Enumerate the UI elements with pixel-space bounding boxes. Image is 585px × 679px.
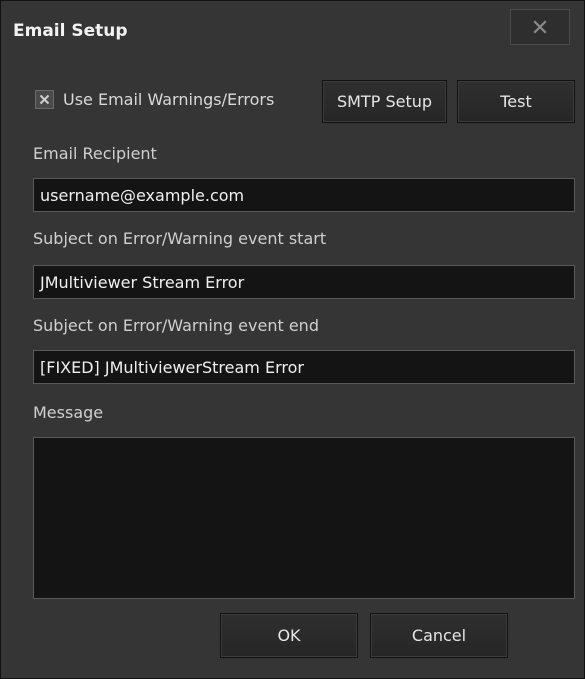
smtp-setup-button[interactable]: SMTP Setup xyxy=(322,80,447,123)
message-label: Message xyxy=(33,403,104,422)
use-email-label: Use Email Warnings/Errors xyxy=(63,89,275,109)
subject-end-input[interactable]: [FIXED] JMultiviewerStream Error xyxy=(33,350,575,384)
recipient-input[interactable]: username@example.com xyxy=(33,178,575,212)
close-icon xyxy=(533,20,547,34)
use-email-row: Use Email Warnings/Errors xyxy=(35,87,274,111)
title-bar: Email Setup xyxy=(1,1,584,63)
test-button[interactable]: Test xyxy=(457,80,575,123)
dialog-title: Email Setup xyxy=(13,21,128,41)
close-button[interactable] xyxy=(510,9,570,45)
recipient-label: Email Recipient xyxy=(33,144,157,163)
email-setup-dialog: Email Setup Use Email Warnings/Errors SM… xyxy=(0,0,585,679)
subject-end-label: Subject on Error/Warning event end xyxy=(33,316,319,335)
checkmark-x-icon xyxy=(39,90,50,109)
message-textarea[interactable] xyxy=(33,437,575,599)
cancel-button[interactable]: Cancel xyxy=(370,613,508,658)
subject-start-input[interactable]: JMultiviewer Stream Error xyxy=(33,265,575,299)
ok-button[interactable]: OK xyxy=(220,613,358,658)
use-email-checkbox[interactable] xyxy=(35,89,54,109)
subject-start-label: Subject on Error/Warning event start xyxy=(33,229,327,248)
